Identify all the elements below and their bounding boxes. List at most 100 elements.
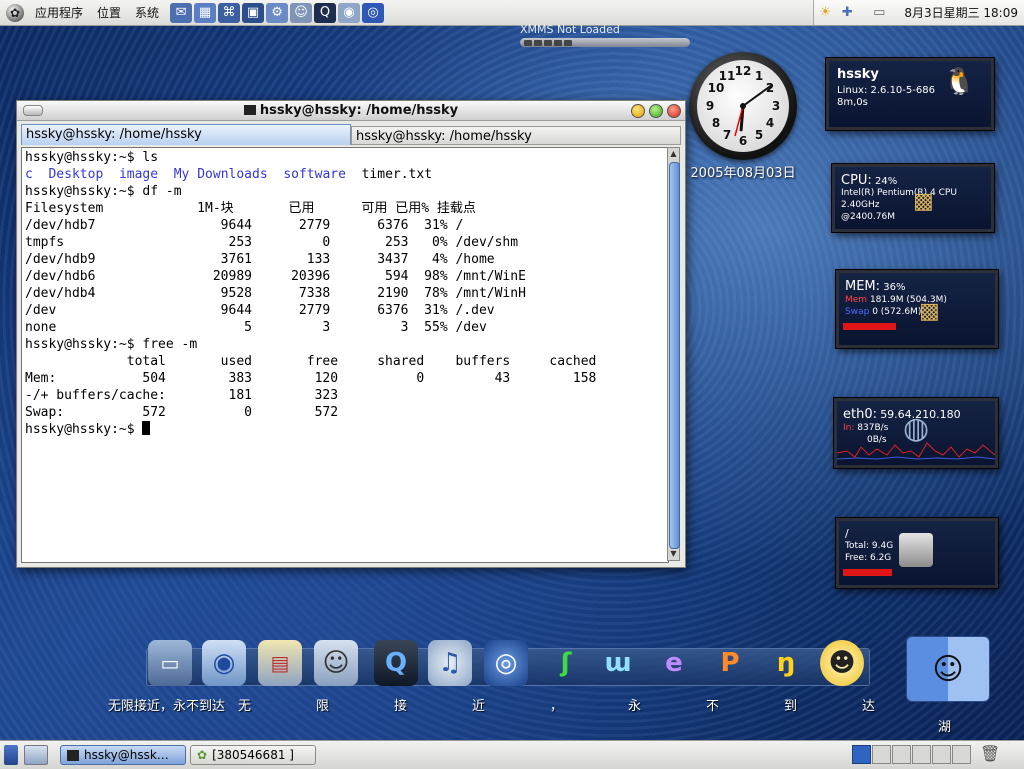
prompt: hssky@hssky:~$ [25, 422, 143, 437]
globe-icon: ◍ [903, 411, 930, 446]
taskbar-qq[interactable]: ✿ [380546681 ] [190, 745, 316, 765]
settings-icon[interactable]: ⚙ [266, 2, 289, 23]
terminal-title: hssky@hssky: /home/hssky [17, 103, 685, 118]
safari-icon[interactable]: ◎ [484, 640, 528, 686]
calendar-icon[interactable]: ▦ [194, 2, 217, 23]
svg-text:12: 12 [735, 64, 752, 78]
ls-dir: Desktop [48, 167, 104, 182]
prev-icon[interactable] [524, 39, 532, 46]
svg-text:9: 9 [706, 99, 714, 113]
sun-icon[interactable]: ☀ [816, 4, 834, 22]
tux-penguin-icon: 🐧 [943, 67, 976, 97]
show-desktop-icon[interactable] [24, 745, 48, 765]
play-icon[interactable] [534, 39, 542, 46]
network-icon[interactable]: ⌘ [218, 2, 241, 23]
disk-usage-bar [843, 569, 892, 576]
finder-face-icon[interactable]: ☺ [906, 636, 990, 702]
dock-label: 无 [238, 699, 252, 714]
terminal-scrollbar[interactable]: ▲ ▼ [667, 147, 680, 561]
letter-n-icon[interactable]: ŋ [764, 640, 808, 686]
letter-s-icon[interactable]: ʃ [544, 640, 588, 686]
clock-dial: 12 12 345 678 91011 [706, 64, 780, 148]
dock-label: 无限接近，永不到达 [108, 699, 226, 714]
finder-label: 湖 [938, 720, 952, 735]
close-button[interactable] [667, 104, 681, 118]
svg-text:8: 8 [712, 116, 720, 130]
firewall-icon[interactable]: ▤ [258, 640, 302, 686]
host-monitor: hssky Linux: 2.6.10-5-686 8m,0s 🐧 [826, 58, 994, 130]
dock-label: 永 [628, 699, 642, 714]
xmms-title: XMMS Not Loaded [520, 23, 620, 36]
menu-places[interactable]: 位置 [90, 4, 128, 21]
quicktime-icon[interactable]: Q [314, 2, 337, 23]
pause-icon[interactable] [544, 39, 552, 46]
stop-icon[interactable] [554, 39, 562, 46]
ram-icon: ▩ [919, 299, 940, 324]
trash-icon[interactable]: 🗑 [980, 744, 1000, 766]
user-server-icon[interactable]: ☺ [314, 640, 358, 686]
scroll-thumb[interactable] [669, 162, 680, 549]
desktop-date: 2005年08月03日 [690, 166, 796, 181]
terminal-icon[interactable]: ▣ [242, 2, 265, 23]
scroll-down-icon[interactable]: ▼ [669, 549, 678, 559]
scroll-up-icon[interactable]: ▲ [669, 149, 678, 159]
network-globe-icon[interactable]: ◉ [202, 640, 246, 686]
maximize-button[interactable] [649, 104, 663, 118]
net-in-tag: In: [843, 423, 855, 433]
dock-label: 近 [472, 699, 486, 714]
system-tray: ☀ ✚ ▭ 8月3日星期三 18:09 [813, 0, 1024, 25]
svg-text:11: 11 [719, 69, 736, 83]
drive-icon[interactable]: ▭ [870, 4, 888, 22]
menu-system[interactable]: 系统 [128, 4, 166, 21]
globe-icon[interactable]: ◉ [338, 2, 361, 23]
quicktime-icon[interactable]: Q [374, 640, 418, 686]
terminal-titlebar[interactable]: hssky@hssky: /home/hssky [17, 101, 685, 121]
terminal-tab[interactable]: hssky@hssky: /home/hssky [351, 126, 681, 145]
letter-p-icon[interactable]: P [708, 640, 752, 686]
ls-output-line: c Desktop image My Downloads software ti… [25, 166, 432, 183]
svg-text:1: 1 [755, 69, 763, 83]
term-line: tmpfs 253 0 253 0% /dev/shm [25, 235, 519, 250]
workspace-6[interactable] [952, 745, 971, 764]
taskbar-terminal[interactable]: hssky@hssk… [60, 745, 186, 765]
letter-w-icon[interactable]: ɯ [596, 640, 640, 686]
workspace-5[interactable] [932, 745, 951, 764]
workspace-2[interactable] [872, 745, 891, 764]
mail-icon[interactable]: ✉ [170, 2, 193, 23]
svg-text:6: 6 [739, 134, 747, 148]
itunes-icon[interactable]: ♫ [428, 640, 472, 686]
dock-label: 达 [862, 699, 876, 714]
terminal-window[interactable]: hssky@hssky: /home/hssky hssky@hssky: /h… [16, 100, 686, 568]
svg-text:3: 3 [772, 99, 780, 113]
terminal-output[interactable]: hssky@hssky:~$ ls c Desktop image My Dow… [21, 147, 669, 563]
foot-menu-icon[interactable]: ✿ [6, 3, 24, 22]
cpu-monitor: CPU: 24% Intel(R) Pentium(R) 4 CPU 2.40G… [832, 164, 994, 232]
term-line: /dev 9644 2779 6376 31% /.dev [25, 303, 495, 318]
workspace-4[interactable] [912, 745, 931, 764]
workspace-1[interactable] [852, 745, 871, 764]
text-cursor [142, 421, 151, 435]
ls-dir: image [118, 167, 159, 182]
menu-applications[interactable]: 应用程序 [28, 4, 90, 21]
laptop-icon[interactable]: ▭ [148, 640, 192, 686]
xmms-controls[interactable] [520, 38, 690, 47]
dock-label: 接 [394, 699, 408, 714]
aim-icon[interactable]: ☻ [820, 640, 864, 686]
minimize-button[interactable] [631, 104, 645, 118]
term-line: Filesystem 1M-块 已用 可用 已用% 挂载点 [25, 201, 476, 216]
harddisk-icon [899, 533, 933, 567]
user-icon[interactable]: ☺ [290, 2, 313, 23]
chat-icon[interactable]: ◎ [362, 2, 385, 23]
svg-text:7: 7 [723, 128, 731, 142]
network-monitor: eth0: 59.64.210.180 In: 837B/s 0B/s ◍ [834, 398, 998, 468]
workspace-3[interactable] [892, 745, 911, 764]
uptime: 8m,0s [837, 97, 868, 108]
term-line: /dev/hdb4 9528 7338 2190 78% /mnt/WinH [25, 286, 526, 301]
panel-clock[interactable]: 8月3日星期三 18:09 [904, 4, 1018, 21]
letter-e-icon[interactable]: e [652, 640, 696, 686]
puzzle-icon[interactable]: ✚ [838, 4, 856, 22]
terminal-tab-active[interactable]: hssky@hssky: /home/hssky [21, 124, 351, 145]
next-icon[interactable] [564, 39, 572, 46]
panel-handle-icon[interactable] [4, 745, 18, 765]
disk-free: Free: 6.2G [845, 553, 892, 563]
